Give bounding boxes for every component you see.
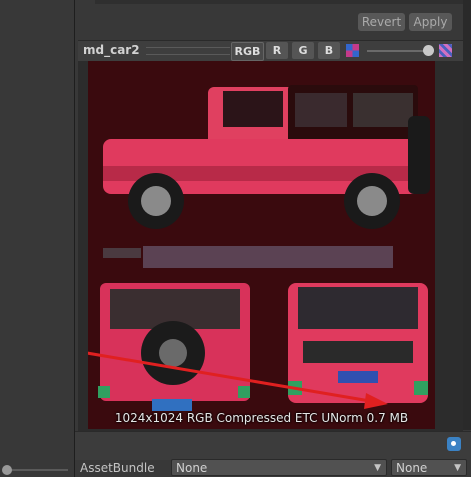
chevron-down-icon: ▼ (374, 463, 381, 473)
zoom-slider-track[interactable] (4, 469, 68, 471)
zoom-slider-thumb[interactable] (2, 465, 12, 475)
preview-footer (75, 431, 471, 460)
scrollbar[interactable] (463, 0, 471, 430)
mip-slider-track[interactable] (367, 50, 429, 52)
drag-handle[interactable] (146, 47, 230, 55)
apply-button[interactable]: Apply (409, 13, 452, 31)
mip-level-icon (346, 44, 359, 57)
car-front-view (288, 283, 428, 403)
car-side-view (103, 85, 430, 229)
car-rear-view (98, 283, 250, 411)
texture-preview-area: 1024x1024 RGB Compressed ETC UNorm 0.7 M… (78, 61, 463, 431)
top-bar (95, 0, 471, 4)
preview-title: md_car2 (83, 43, 140, 57)
assetbundle-label: AssetBundle (80, 461, 155, 475)
left-panel (0, 0, 74, 477)
texture-stats: 1024x1024 RGB Compressed ETC UNorm 0.7 M… (114, 411, 409, 425)
texture-image: 1024x1024 RGB Compressed ETC UNorm 0.7 M… (88, 61, 435, 429)
trim-strip (143, 246, 393, 268)
assetbundle-name-value: None (176, 461, 208, 475)
revert-button[interactable]: Revert (358, 13, 405, 31)
channel-g-button[interactable]: G (292, 42, 314, 59)
inspector-panel: Revert Apply md_car2 RGB R G B 1024x1024… (75, 0, 471, 477)
channel-b-button[interactable]: B (318, 42, 340, 59)
channel-r-button[interactable]: R (266, 42, 288, 59)
label-tag-icon[interactable] (447, 437, 461, 451)
channel-rgb-button[interactable]: RGB (231, 42, 264, 61)
assetbundle-variant-dropdown[interactable]: None ▼ (391, 459, 467, 476)
car-texture-atlas (88, 85, 430, 411)
assetbundle-name-dropdown[interactable]: None ▼ (171, 459, 387, 476)
mip-slider-thumb[interactable] (423, 45, 434, 56)
chevron-down-icon: ▼ (454, 463, 461, 473)
preview-header: md_car2 RGB R G B (78, 40, 463, 62)
assetbundle-variant-value: None (396, 461, 428, 475)
alpha-toggle-icon[interactable] (439, 44, 452, 57)
